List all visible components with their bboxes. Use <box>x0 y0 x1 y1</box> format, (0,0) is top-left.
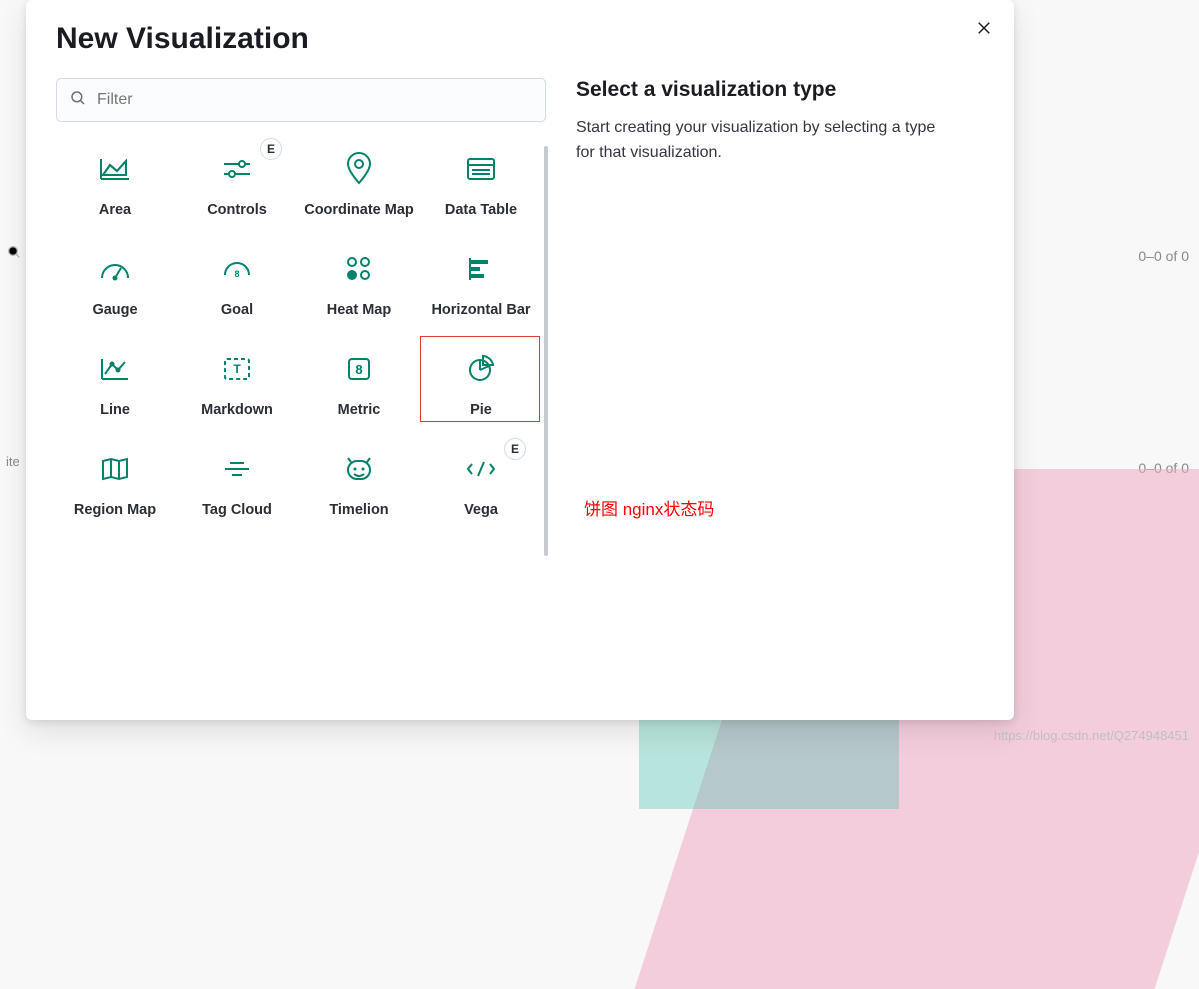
pie-chart-icon <box>466 354 496 389</box>
horizontal-bar-icon <box>466 255 496 288</box>
svg-text:T: T <box>233 362 241 376</box>
region-map-icon <box>99 455 131 488</box>
markdown-icon: T <box>221 355 253 388</box>
viz-tile-area[interactable]: Area <box>56 140 174 218</box>
line-chart-icon <box>99 355 131 388</box>
new-visualization-modal: New Visualization Area <box>26 0 1014 720</box>
filter-input[interactable] <box>97 91 533 109</box>
viz-tile-tag-cloud[interactable]: Tag Cloud <box>178 440 296 518</box>
experimental-badge: E <box>260 138 282 160</box>
viz-tile-gauge[interactable]: Gauge <box>56 240 174 318</box>
viz-tile-goal[interactable]: 8 Goal <box>178 240 296 318</box>
viz-tile-region-map[interactable]: Region Map <box>56 440 174 518</box>
viz-tile-label: Region Map <box>56 502 174 518</box>
search-icon <box>69 89 87 112</box>
viz-tile-pie[interactable]: Pie <box>422 340 540 418</box>
svg-text:8: 8 <box>234 269 239 279</box>
viz-tile-metric[interactable]: 8 Metric <box>300 340 418 418</box>
area-chart-icon <box>98 155 132 188</box>
goal-icon: 8 <box>220 255 254 288</box>
viz-tile-label: Area <box>56 202 174 218</box>
filter-box[interactable] <box>56 78 546 122</box>
viz-tile-controls[interactable]: E Controls <box>178 140 296 218</box>
close-button[interactable] <box>970 14 998 42</box>
viz-tile-heat-map[interactable]: Heat Map <box>300 240 418 318</box>
vega-icon <box>464 457 498 486</box>
viz-type-grid: Area E Controls <box>56 140 546 518</box>
viz-tile-markdown[interactable]: T Markdown <box>178 340 296 418</box>
viz-tile-label: Heat Map <box>300 302 418 318</box>
metric-icon: 8 <box>344 355 374 388</box>
viz-tile-line[interactable]: Line <box>56 340 174 418</box>
gauge-icon <box>98 256 132 287</box>
viz-tile-label: Markdown <box>178 402 296 418</box>
bg-left-hint: ite <box>6 454 20 469</box>
viz-tile-label: Gauge <box>56 302 174 318</box>
viz-tile-label: Timelion <box>300 502 418 518</box>
controls-icon <box>220 156 254 187</box>
tag-cloud-icon <box>220 458 254 485</box>
viz-tile-label: Controls <box>178 202 296 218</box>
viz-tile-timelion[interactable]: Timelion <box>300 440 418 518</box>
heatmap-icon <box>344 254 374 289</box>
watermark-text: https://blog.csdn.net/Q274948451 <box>994 728 1189 743</box>
viz-tile-coordinate-map[interactable]: Coordinate Map <box>300 140 418 218</box>
right-panel-body: Start creating your visualization by sel… <box>576 116 956 166</box>
map-pin-icon <box>345 152 373 191</box>
viz-tile-vega[interactable]: E Vega <box>422 440 540 518</box>
viz-tile-label: Line <box>56 402 174 418</box>
viz-tile-label: Tag Cloud <box>178 502 296 518</box>
experimental-badge: E <box>504 438 526 460</box>
viz-tile-label: Pie <box>422 402 540 418</box>
viz-tile-label: Vega <box>422 502 540 518</box>
viz-tile-horizontal-bar[interactable]: Horizontal Bar <box>422 240 540 318</box>
table-icon <box>465 156 497 187</box>
scroll-indicator[interactable] <box>544 146 548 556</box>
viz-tile-label: Metric <box>300 402 418 418</box>
viz-tile-label: Horizontal Bar <box>422 302 540 318</box>
svg-text:8: 8 <box>355 362 362 377</box>
viz-tile-label: Coordinate Map <box>300 202 418 218</box>
bg-search-icon <box>6 244 22 265</box>
viz-tile-label: Goal <box>178 302 296 318</box>
modal-title: New Visualization <box>56 22 984 56</box>
annotation-text: 饼图 nginx状态码 <box>584 495 714 520</box>
timelion-icon <box>343 455 375 488</box>
viz-tile-data-table[interactable]: Data Table <box>422 140 540 218</box>
right-panel-heading: Select a visualization type <box>576 78 984 102</box>
bg-count-1: 0–0 of 0 <box>1138 248 1189 264</box>
viz-tile-label: Data Table <box>422 202 540 218</box>
